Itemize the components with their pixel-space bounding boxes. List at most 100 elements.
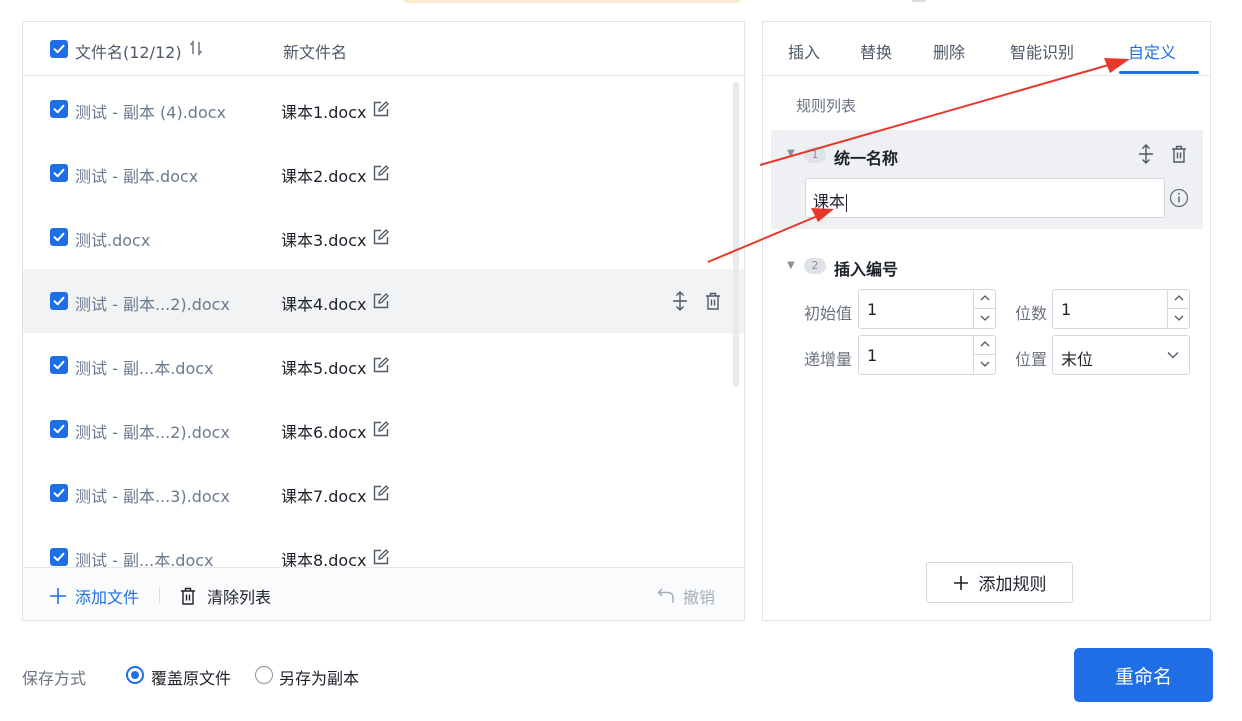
rule-name: 统一名称 (834, 149, 899, 168)
chevron-up-icon[interactable] (1174, 294, 1184, 302)
table-row[interactable]: 测试 - 副本 (4).docx 课本1.docx (23, 77, 744, 141)
collapse-caret-icon[interactable]: ▼ (787, 260, 795, 271)
overwrite-label[interactable]: 覆盖原文件 (151, 665, 231, 689)
digits-input[interactable]: 1 (1052, 289, 1190, 329)
text-cursor (846, 193, 848, 212)
start-value-input[interactable]: 1 (858, 289, 996, 329)
start-value-label: 初始值 (804, 304, 853, 323)
file-list-footer: 添加文件 清除列表 撤销 (23, 567, 744, 620)
new-filename: 课本5.docx (281, 359, 367, 378)
row-checkbox[interactable] (50, 292, 68, 310)
clear-list-button[interactable]: 清除列表 (179, 584, 271, 608)
digits-label: 位数 (1015, 304, 1048, 323)
undo-label: 撤销 (683, 588, 716, 607)
add-rule-button[interactable]: 添加规则 (926, 562, 1073, 603)
move-icon[interactable] (671, 291, 689, 315)
table-row[interactable]: 测试 - 副本...2).docx 课本6.docx (23, 397, 744, 461)
position-value: 末位 (1061, 350, 1094, 369)
original-filename: 测试.docx (75, 231, 151, 250)
add-file-label: 添加文件 (75, 588, 140, 607)
chevron-down-icon[interactable] (1174, 314, 1184, 322)
row-checkbox[interactable] (50, 228, 68, 246)
chevron-up-icon[interactable] (980, 294, 990, 302)
edit-icon[interactable] (372, 356, 390, 378)
clear-list-label: 清除列表 (207, 588, 272, 607)
rename-button[interactable]: 重命名 (1074, 648, 1213, 702)
add-rule-label: 添加规则 (978, 575, 1047, 595)
chevron-up-icon[interactable] (980, 340, 990, 348)
add-file-button[interactable]: 添加文件 (49, 584, 139, 608)
new-filename: 课本1.docx (281, 103, 367, 122)
digits-value: 1 (1061, 300, 1072, 319)
info-icon[interactable] (1169, 188, 1189, 212)
tab-replace[interactable]: 替换 (860, 39, 892, 63)
row-checkbox[interactable] (50, 356, 68, 374)
table-row[interactable]: 测试 - 副...本.docx 课本5.docx (23, 333, 744, 397)
unified-name-input[interactable]: 课本 (805, 178, 1165, 218)
digits-stepper[interactable] (1167, 290, 1190, 328)
rule-name: 插入编号 (834, 260, 899, 279)
table-row[interactable]: 测试 - 副本...3).docx 课本7.docx (23, 461, 744, 525)
trash-icon (181, 587, 195, 605)
overwrite-radio[interactable] (126, 666, 144, 684)
original-filename: 测试 - 副本 (4).docx (75, 103, 226, 122)
chevron-down-icon[interactable] (980, 314, 990, 322)
edit-icon[interactable] (372, 484, 390, 506)
file-list-header: 文件名(12/12) 新文件名 (23, 22, 744, 76)
top-banner-edge (404, 0, 740, 3)
tab-smart-recognize[interactable]: 智能识别 (1010, 39, 1074, 63)
row-checkbox[interactable] (50, 164, 68, 182)
start-value: 1 (867, 300, 878, 319)
chevron-down-icon[interactable] (980, 360, 990, 368)
stepper-divider (1168, 308, 1190, 309)
edit-icon[interactable] (372, 228, 390, 250)
edit-icon[interactable] (372, 420, 390, 442)
edit-icon[interactable] (372, 164, 390, 186)
new-filename: 课本3.docx (281, 231, 367, 250)
file-list-scrollbar[interactable] (733, 82, 739, 387)
table-row[interactable]: 测试 - 副本.docx 课本2.docx (23, 141, 744, 205)
original-filename: 测试 - 副本...2).docx (75, 423, 230, 442)
step-input[interactable]: 1 (858, 335, 996, 375)
step-stepper[interactable] (973, 336, 996, 374)
row-checkbox[interactable] (50, 100, 68, 118)
active-tab-indicator (1119, 71, 1199, 74)
trash-icon[interactable] (1170, 144, 1188, 168)
position-select[interactable]: 末位 (1052, 335, 1190, 375)
original-filename: 测试 - 副...本.docx (75, 551, 214, 567)
save-copy-label[interactable]: 另存为副本 (279, 665, 359, 689)
trash-icon[interactable] (704, 291, 722, 315)
footer-divider (159, 587, 160, 603)
new-filename: 课本4.docx (281, 295, 367, 314)
rule-index-badge: 2 (804, 258, 826, 274)
row-checkbox[interactable] (50, 548, 68, 566)
save-copy-radio[interactable] (255, 666, 273, 684)
move-icon[interactable] (1137, 144, 1155, 168)
new-filename: 课本2.docx (281, 167, 367, 186)
new-name-header: 新文件名 (283, 43, 348, 62)
position-label: 位置 (1015, 350, 1048, 369)
sort-icon[interactable] (189, 39, 205, 61)
edit-icon[interactable] (372, 100, 390, 122)
table-row[interactable]: 测试 - 副本...2).docx 课本4.docx (23, 269, 744, 333)
collapse-caret-icon[interactable]: ▼ (787, 148, 795, 159)
tab-delete[interactable]: 删除 (933, 39, 965, 63)
step-label: 递增量 (804, 350, 853, 369)
tab-insert[interactable]: 插入 (788, 39, 820, 63)
select-all-checkbox[interactable] (50, 40, 68, 58)
table-row[interactable]: 测试.docx 课本3.docx (23, 205, 744, 269)
undo-button[interactable]: 撤销 (657, 584, 715, 608)
start-value-stepper[interactable] (973, 290, 996, 328)
edit-icon[interactable] (372, 548, 390, 567)
row-checkbox[interactable] (50, 484, 68, 502)
table-row[interactable]: 测试 - 副...本.docx 课本8.docx (23, 525, 744, 567)
top-indicator (912, 0, 926, 2)
rules-panel: 插入 替换 删除 智能识别 自定义 规则列表 ▼ 1 统一名称 课本 ▼ 2 插… (762, 21, 1211, 621)
step-value: 1 (867, 346, 878, 365)
edit-icon[interactable] (372, 292, 390, 314)
row-checkbox[interactable] (50, 420, 68, 438)
original-filename: 测试 - 副本...2).docx (75, 295, 230, 314)
tab-custom[interactable]: 自定义 (1128, 39, 1176, 63)
original-name-header: 文件名(12/12) (75, 43, 182, 62)
rule-tabs: 插入 替换 删除 智能识别 自定义 (763, 22, 1210, 76)
